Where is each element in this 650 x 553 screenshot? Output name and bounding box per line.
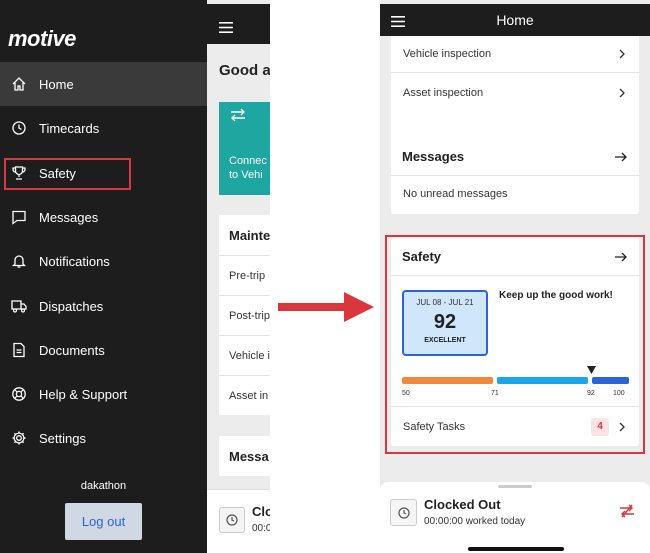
clock-icon — [219, 507, 245, 533]
nav-item-settings[interactable]: Settings — [0, 416, 207, 460]
right-phone-screen: Home Vehicle inspection Asset inspection… — [380, 0, 650, 553]
drag-handle[interactable] — [498, 485, 532, 488]
chevron-right-icon — [619, 88, 625, 98]
swap-icon — [231, 108, 245, 122]
page-title: Home — [496, 12, 534, 28]
nav-item-home[interactable]: Home — [0, 62, 207, 106]
clock-icon — [390, 499, 417, 526]
connect-text-2: to Vehi — [229, 169, 263, 181]
maintenance-row[interactable]: Pre-trip — [219, 255, 270, 295]
hamburger-icon[interactable] — [219, 20, 233, 38]
vehicle-inspection-label: Vehicle inspection — [403, 48, 492, 60]
arrow-right-icon[interactable] — [614, 151, 628, 163]
disconnected-icon[interactable] — [619, 504, 635, 518]
nav-item-timecards[interactable]: Timecards — [0, 106, 207, 150]
home-indicator — [468, 547, 564, 551]
vehicle-inspection-row[interactable]: Vehicle inspection — [391, 36, 639, 73]
inspections-card: Vehicle inspection Asset inspection — [391, 36, 639, 144]
nav-label-notifications: Notifications — [39, 253, 110, 269]
right-arrow-icon — [278, 292, 374, 322]
clocked-title-behind: Clock — [252, 504, 270, 519]
clocked-sub-behind: 00:0 — [252, 523, 270, 534]
behind-top-bar — [207, 4, 270, 44]
maintenance-header: Mainte — [229, 227, 270, 243]
nav-item-documents[interactable]: Documents — [0, 328, 207, 372]
nav-label-help-support: Help & Support — [39, 386, 128, 402]
gear-icon — [10, 429, 28, 447]
messages-card-behind: Messa — [219, 436, 270, 476]
maintenance-row[interactable]: Vehicle i — [219, 335, 270, 375]
asset-inspection-label: Asset inspection — [403, 87, 484, 99]
nav-item-messages[interactable]: Messages — [0, 195, 207, 239]
safety-highlight-box — [385, 235, 645, 454]
nav-item-notifications[interactable]: Notifications — [0, 239, 207, 283]
clock-icon — [10, 119, 28, 137]
nav-item-help-support[interactable]: Help & Support — [0, 372, 207, 416]
left-phone-screen: Good a Connec to Vehi Mainte Pre-trip Po… — [0, 0, 270, 553]
messages-title: Messages — [402, 149, 465, 164]
logout-button[interactable]: Log out — [65, 503, 142, 540]
home-icon — [10, 75, 28, 93]
maintenance-row[interactable]: Asset in — [219, 375, 270, 415]
chat-icon — [10, 208, 28, 226]
truck-icon — [10, 297, 28, 315]
no-messages-text: No unread messages — [403, 188, 508, 200]
safety-highlight-box — [4, 158, 131, 190]
messages-card-header: Messages — [391, 138, 639, 176]
greeting-text: Good a — [219, 62, 270, 79]
nav-label-settings: Settings — [39, 430, 86, 446]
lifebuoy-icon — [10, 385, 28, 403]
connect-text-1: Connec — [229, 155, 267, 167]
behind-status-bar: Clock 00:0 — [207, 489, 270, 553]
nav-label-timecards: Timecards — [39, 120, 100, 136]
top-bar: Home — [380, 4, 650, 36]
bell-icon — [10, 252, 28, 270]
nav-label-dispatches: Dispatches — [39, 298, 104, 314]
clock-status-sub: 00:00:00 worked today — [424, 516, 526, 527]
navigation-drawer: motive Home Timecards Safety Messages No… — [0, 0, 207, 553]
clock-status-title: Clocked Out — [424, 497, 501, 512]
asset-inspection-row[interactable]: Asset inspection — [391, 73, 639, 113]
clock-status-panel[interactable]: Clocked Out 00:00:00 worked today — [380, 482, 650, 553]
messages-card[interactable]: Messages No unread messages — [391, 138, 639, 214]
nav-label-messages: Messages — [39, 209, 99, 225]
document-icon — [10, 341, 28, 359]
connect-vehicle-card[interactable]: Connec to Vehi — [219, 102, 270, 195]
maintenance-row[interactable]: Post-trip — [219, 295, 270, 335]
nav-item-dispatches[interactable]: Dispatches — [0, 284, 207, 328]
username: dakathon — [80, 480, 127, 492]
messages-header-behind: Messa — [229, 448, 269, 464]
nav-label-home: Home — [39, 76, 74, 92]
nav-label-documents: Documents — [39, 342, 105, 358]
motive-logo: motive — [8, 26, 76, 51]
chevron-right-icon — [619, 49, 625, 59]
maintenance-card: Mainte Pre-trip Post-trip Vehicle i Asse… — [219, 215, 270, 415]
